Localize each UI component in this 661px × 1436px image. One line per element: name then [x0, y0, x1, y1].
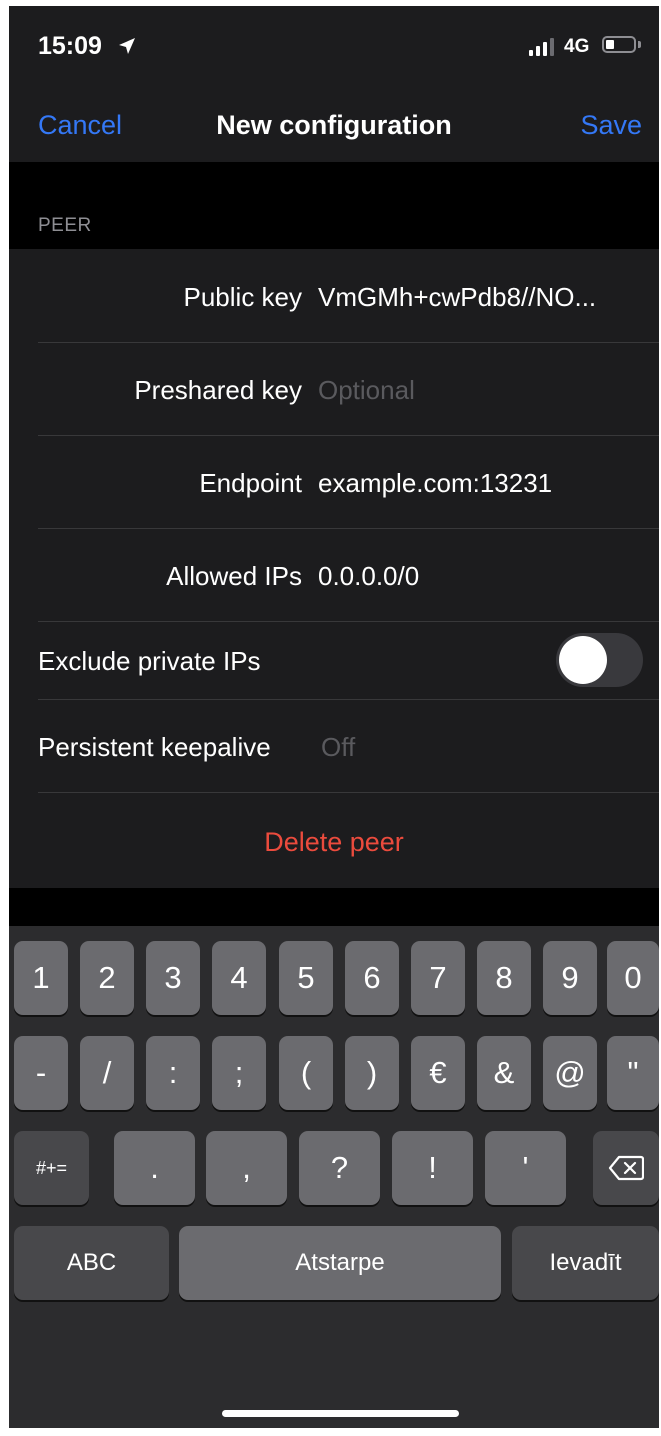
toggle-knob — [559, 636, 607, 684]
key-period[interactable]: . — [114, 1131, 195, 1205]
key-exclamation[interactable]: ! — [392, 1131, 473, 1205]
battery-tip — [638, 41, 641, 48]
key-open-paren[interactable]: ( — [279, 1036, 333, 1110]
key-0[interactable]: 0 — [607, 941, 659, 1015]
key-euro[interactable]: € — [411, 1036, 465, 1110]
exclude-private-ips-toggle[interactable] — [556, 633, 643, 687]
keyboard: 1 2 3 4 5 6 7 8 9 0 - / : ; ( ) € & @ " … — [9, 926, 659, 1428]
key-2[interactable]: 2 — [80, 941, 134, 1015]
backspace-key[interactable] — [593, 1131, 659, 1205]
endpoint-field[interactable]: example.com:13231 — [318, 468, 552, 499]
key-3[interactable]: 3 — [146, 941, 200, 1015]
network-type: 4G — [564, 36, 590, 57]
exclude-private-ips-row: Exclude private IPs — [9, 621, 659, 699]
key-4[interactable]: 4 — [212, 941, 266, 1015]
save-button[interactable]: Save — [580, 110, 642, 141]
preshared-key-field[interactable]: Optional — [318, 375, 415, 406]
public-key-row[interactable]: Public key VmGMh+cwPdb8//NO... — [9, 249, 659, 342]
exclude-private-ips-label: Exclude private IPs — [38, 646, 261, 676]
key-ampersand[interactable]: & — [477, 1036, 531, 1110]
persistent-keepalive-field[interactable]: Off — [321, 732, 355, 763]
navigation-bar: Cancel New configuration Save — [9, 92, 659, 162]
delete-peer-button[interactable]: Delete peer — [9, 827, 659, 858]
row-divider — [38, 792, 659, 793]
key-semicolon[interactable]: ; — [212, 1036, 266, 1110]
key-double-quote[interactable]: " — [607, 1036, 659, 1110]
battery-icon — [602, 36, 636, 53]
key-hyphen[interactable]: - — [14, 1036, 68, 1110]
key-colon[interactable]: : — [146, 1036, 200, 1110]
key-apostrophe[interactable]: ' — [485, 1131, 566, 1205]
cancel-button[interactable]: Cancel — [38, 110, 122, 141]
key-comma[interactable]: , — [206, 1131, 287, 1205]
peer-settings-list: Public key VmGMh+cwPdb8//NO... Preshared… — [9, 249, 659, 888]
preshared-key-row[interactable]: Preshared key Optional — [9, 342, 659, 435]
location-arrow-icon — [119, 38, 135, 54]
persistent-keepalive-label: Persistent keepalive — [38, 732, 271, 762]
allowed-ips-row[interactable]: Allowed IPs 0.0.0.0/0 — [9, 528, 659, 621]
cellular-signal-icon — [529, 36, 554, 56]
preshared-key-label: Preshared key — [134, 375, 302, 405]
space-key[interactable]: Atstarpe — [179, 1226, 501, 1300]
key-slash[interactable]: / — [80, 1036, 134, 1110]
key-question[interactable]: ? — [299, 1131, 380, 1205]
public-key-label: Public key — [183, 282, 303, 312]
key-5[interactable]: 5 — [279, 941, 333, 1015]
allowed-ips-label: Allowed IPs — [166, 561, 302, 591]
key-close-paren[interactable]: ) — [345, 1036, 399, 1110]
status-time: 15:09 — [38, 32, 102, 60]
public-key-field[interactable]: VmGMh+cwPdb8//NO... — [318, 282, 596, 313]
endpoint-row[interactable]: Endpoint example.com:13231 — [9, 435, 659, 528]
endpoint-label: Endpoint — [199, 468, 302, 498]
key-9[interactable]: 9 — [543, 941, 597, 1015]
abc-key[interactable]: ABC — [14, 1226, 169, 1300]
persistent-keepalive-row[interactable]: Persistent keepalive Off — [9, 699, 659, 792]
key-6[interactable]: 6 — [345, 941, 399, 1015]
backspace-icon — [608, 1155, 644, 1181]
key-8[interactable]: 8 — [477, 941, 531, 1015]
symbols-key[interactable]: #+= — [14, 1131, 89, 1205]
section-header-peer: PEER — [38, 215, 92, 236]
home-indicator[interactable] — [222, 1410, 459, 1417]
key-at[interactable]: @ — [543, 1036, 597, 1110]
status-bar: 15:09 4G — [9, 6, 659, 92]
key-7[interactable]: 7 — [411, 941, 465, 1015]
key-1[interactable]: 1 — [14, 941, 68, 1015]
return-key[interactable]: Ievadīt — [512, 1226, 659, 1300]
phone-screen: 15:09 4G Cancel New configuration Save P… — [9, 6, 659, 1428]
allowed-ips-field[interactable]: 0.0.0.0/0 — [318, 561, 419, 592]
